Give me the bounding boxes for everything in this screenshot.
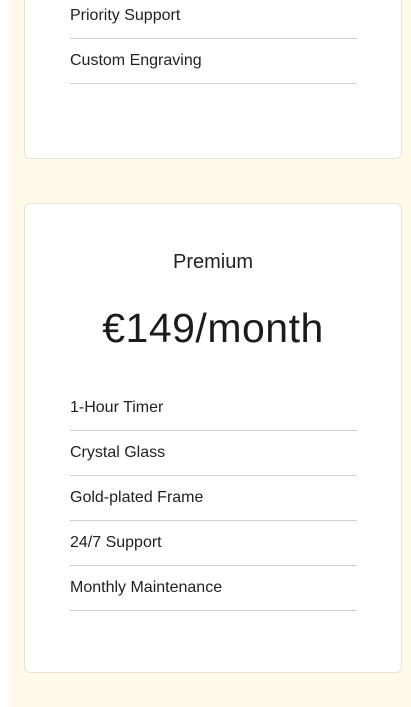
feature-item-24-7-support: 24/7 Support <box>70 521 357 566</box>
plan-price: €149/month <box>102 305 324 351</box>
pricing-card-previous: Priority Support Custom Engraving <box>24 0 402 159</box>
plan-name: Premium <box>172 251 253 273</box>
pricing-card-premium: Premium €149/month 1-Hour Timer Crystal … <box>24 203 402 673</box>
feature-item-custom-engraving: Custom Engraving <box>70 39 357 84</box>
feature-item-monthly-maintenance: Monthly Maintenance <box>70 566 357 611</box>
feature-item-gold-plated-frame: Gold-plated Frame <box>70 476 357 521</box>
feature-list: 1-Hour Timer Crystal Glass Gold-plated F… <box>70 386 357 611</box>
feature-item-priority-support: Priority Support <box>70 0 357 39</box>
feature-item-crystal-glass: Crystal Glass <box>70 431 357 476</box>
feature-item-1-hour-timer: 1-Hour Timer <box>70 386 357 431</box>
feature-list: Priority Support Custom Engraving <box>70 0 357 84</box>
